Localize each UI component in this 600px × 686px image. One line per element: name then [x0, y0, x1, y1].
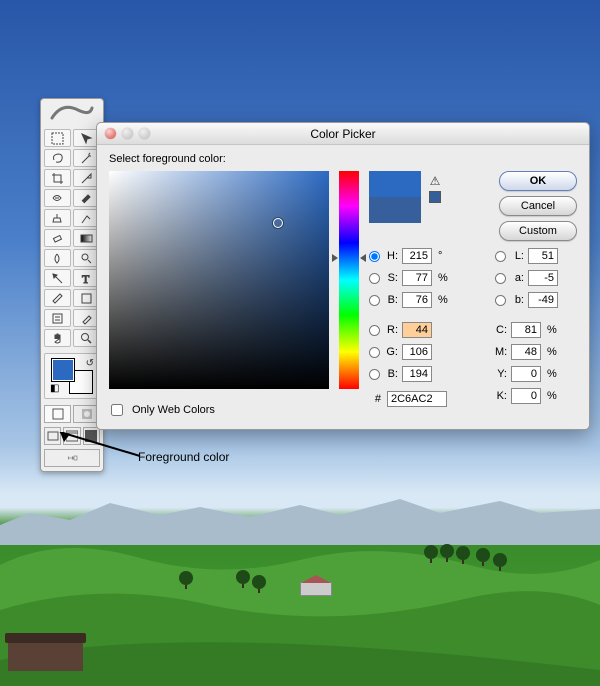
close-icon[interactable] [105, 128, 116, 139]
preview-old-color[interactable] [369, 197, 421, 223]
y-input[interactable] [511, 366, 541, 382]
k-field[interactable]: K: % [495, 387, 577, 405]
marquee-tool[interactable] [44, 129, 71, 147]
preview-new-color [369, 171, 421, 197]
y-field[interactable]: Y: % [495, 365, 577, 383]
k-input[interactable] [511, 388, 541, 404]
hue-handle-right[interactable] [360, 254, 366, 262]
hex-field[interactable]: # [369, 390, 465, 408]
eraser-tool[interactable] [44, 229, 71, 247]
stamp-tool[interactable] [44, 209, 71, 227]
tree [424, 545, 438, 559]
jump-to-imageready-button[interactable] [44, 449, 100, 467]
r-radio[interactable] [369, 325, 380, 336]
hex-input[interactable] [387, 391, 447, 407]
blab-field[interactable]: b: [495, 291, 577, 309]
color-swatches[interactable]: ↺ ◧ [44, 353, 100, 399]
saturation-value-field[interactable] [109, 171, 329, 389]
tree [252, 575, 266, 589]
default-colors-icon[interactable]: ◧ [50, 383, 59, 394]
pen-tool[interactable] [44, 289, 71, 307]
a-input[interactable] [528, 270, 558, 286]
only-web-checkbox[interactable] [111, 404, 123, 416]
brgb-field[interactable]: B: [369, 365, 465, 383]
blur-tool[interactable] [44, 249, 71, 267]
screen-mode-standard[interactable] [44, 427, 61, 445]
minimize-icon [122, 128, 133, 139]
a-radio[interactable] [495, 273, 506, 284]
h-field[interactable]: H: ° [369, 247, 465, 265]
brgb-radio[interactable] [369, 369, 380, 380]
tree [440, 544, 454, 558]
section-label: Select foreground color: [109, 153, 577, 165]
heal-tool[interactable] [44, 189, 71, 207]
sv-cursor[interactable] [273, 218, 283, 228]
l-input[interactable] [528, 248, 558, 264]
g-input[interactable] [402, 344, 432, 360]
websafe-icon[interactable] [429, 191, 441, 203]
blab-input[interactable] [528, 292, 558, 308]
s-radio[interactable] [369, 273, 380, 284]
h-radio[interactable] [369, 251, 380, 262]
farmhouse [300, 582, 332, 596]
r-input[interactable] [402, 322, 432, 338]
zoom-icon [139, 128, 150, 139]
l-field[interactable]: L: [495, 247, 577, 265]
blab-radio[interactable] [495, 295, 506, 306]
c-input[interactable] [511, 322, 541, 338]
g-radio[interactable] [369, 347, 380, 358]
bv-radio[interactable] [369, 295, 380, 306]
screen-mode-full-menus[interactable] [63, 427, 80, 445]
screen-mode-full[interactable] [83, 427, 100, 445]
r-field[interactable]: R: [369, 321, 465, 339]
lasso-tool[interactable] [44, 149, 71, 167]
cancel-button[interactable]: Cancel [499, 196, 577, 216]
hue-slider[interactable] [339, 171, 359, 389]
hills [0, 510, 600, 686]
dialog-title: Color Picker [310, 127, 375, 141]
tree [476, 548, 490, 562]
swap-colors-icon[interactable]: ↺ [86, 358, 94, 369]
path-tool[interactable] [44, 269, 71, 287]
standard-mode-button[interactable] [44, 405, 71, 423]
only-web-colors-checkbox[interactable]: Only Web Colors [107, 401, 215, 419]
hand-tool[interactable] [44, 329, 71, 347]
hue-handle-left[interactable] [332, 254, 338, 262]
g-field[interactable]: G: [369, 343, 465, 361]
tree [493, 553, 507, 567]
brgb-input[interactable] [402, 366, 432, 382]
m-input[interactable] [511, 344, 541, 360]
ok-button[interactable]: OK [499, 171, 577, 191]
c-field[interactable]: C: % [495, 321, 577, 339]
foreground-color-swatch[interactable] [51, 358, 75, 382]
m-field[interactable]: M: % [495, 343, 577, 361]
tree [179, 571, 193, 585]
dialog-titlebar[interactable]: Color Picker [97, 123, 589, 145]
toolbox-header-brush [44, 103, 100, 125]
barn [8, 641, 83, 671]
bv-input[interactable] [402, 292, 432, 308]
photoshop-toolbox: T ↺ ◧ [40, 98, 104, 472]
h-input[interactable] [402, 248, 432, 264]
s-input[interactable] [402, 270, 432, 286]
warning-icon[interactable]: ⚠ [430, 174, 441, 188]
notes-tool[interactable] [44, 309, 71, 327]
color-preview [369, 171, 421, 223]
crop-tool[interactable] [44, 169, 71, 187]
gamut-warning[interactable]: ⚠ [429, 174, 441, 203]
l-radio[interactable] [495, 251, 506, 262]
s-field[interactable]: S: % [369, 269, 465, 287]
bv-field[interactable]: B: % [369, 291, 465, 309]
svg-text:T: T [82, 272, 90, 285]
custom-button[interactable]: Custom [499, 221, 577, 241]
a-field[interactable]: a: [495, 269, 577, 287]
tree [456, 546, 470, 560]
color-picker-dialog: Color Picker Select foreground color: ⚠ [96, 122, 590, 430]
tree [236, 570, 250, 584]
